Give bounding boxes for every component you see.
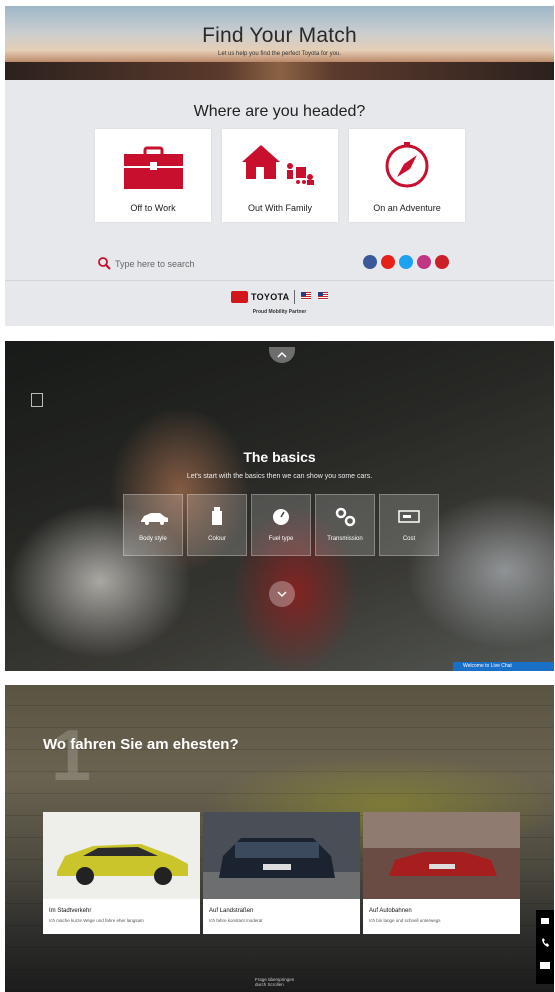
- chevron-up-icon: [277, 351, 287, 358]
- basics-title: The basics: [243, 449, 316, 465]
- basics-subtitle: Let's start with the basics then we can …: [186, 473, 373, 480]
- option-cost[interactable]: Cost: [379, 494, 439, 556]
- audi-driving-question-panel: 1 Wo fahren Sie am ehesten? Im Stadtverk…: [5, 685, 554, 992]
- chevron-down-icon: [277, 591, 287, 598]
- card-label: Out With Family: [247, 203, 312, 213]
- paint-can-icon: [212, 507, 222, 525]
- option-transmission[interactable]: Transmission: [315, 494, 375, 556]
- card-label: On an Adventure: [373, 203, 441, 213]
- phone-icon[interactable]: [542, 938, 549, 947]
- destination-question: Where are you headed?: [193, 103, 366, 120]
- menu-icon[interactable]: [31, 393, 43, 407]
- option-fuel-type[interactable]: Fuel type: [251, 494, 311, 556]
- brand-wordmark: TOYOTA: [251, 292, 290, 302]
- gears-icon: [335, 507, 356, 527]
- card-on-an-adventure[interactable]: On an Adventure: [349, 129, 465, 222]
- yellow-audi-a1-image: [43, 812, 200, 899]
- live-chat-bar[interactable]: Welcome to Live Chat: [453, 662, 554, 671]
- card-description: Ich fahre konstant moderat: [209, 918, 263, 923]
- car-icon: [141, 513, 168, 525]
- option-label: Cost: [402, 536, 416, 542]
- card-out-with-family[interactable]: Out With Family: [222, 129, 338, 222]
- logo-separator: [294, 290, 295, 304]
- footer-divider: [5, 280, 554, 281]
- option-label: Transmission: [327, 536, 363, 542]
- option-label: Body style: [139, 536, 167, 542]
- house-family-icon: [242, 145, 314, 185]
- dark-audi-a6-image: [203, 812, 360, 899]
- basics-selector-panel: The basics Let's start with the basics t…: [5, 341, 554, 671]
- fuel-gauge-icon: [273, 509, 289, 525]
- red-audi-convertible-image: [363, 812, 520, 899]
- card-auf-landstrassen[interactable]: Auf Landstraßen Ich fahre konstant moder…: [203, 812, 360, 934]
- twitter-icon[interactable]: [399, 255, 413, 269]
- skip-line-2: durch Scrollen: [255, 982, 284, 987]
- card-off-to-work[interactable]: Off to Work: [95, 129, 211, 222]
- scroll-down-button[interactable]: [269, 581, 295, 607]
- option-label: Fuel type: [268, 536, 294, 542]
- partner-tagline: Proud Mobility Partner: [252, 309, 307, 315]
- question-title: Wo fahren Sie am ehesten?: [43, 736, 239, 753]
- briefcase-icon: [124, 146, 183, 189]
- contact-icons: [540, 918, 550, 969]
- pinterest-icon[interactable]: [435, 255, 449, 269]
- compass-icon: [385, 142, 429, 188]
- youtube-icon[interactable]: [381, 255, 395, 269]
- search-input[interactable]: [115, 257, 265, 271]
- option-label: Colour: [208, 536, 226, 542]
- price-tag-icon: [398, 510, 420, 523]
- card-title: Auf Autobahnen: [369, 908, 412, 914]
- us-flag-icon: [301, 292, 311, 300]
- search-icon[interactable]: [97, 256, 111, 270]
- card-description: Ich mache kurze Wege und fahre eher lang…: [49, 918, 144, 923]
- skip-question-hint[interactable]: Frage überspringen durch Scrollen: [255, 977, 294, 987]
- card-title: Im Stadtverkehr: [49, 908, 92, 914]
- toyota-logo-icon: [231, 291, 248, 303]
- option-colour[interactable]: Colour: [187, 494, 247, 556]
- chat-icon[interactable]: [540, 962, 550, 969]
- card-im-stadtverkehr[interactable]: Im Stadtverkehr Ich mache kurze Wege und…: [43, 812, 200, 934]
- hero-subtitle: Let us help you find the perfect Toyota …: [218, 51, 341, 57]
- card-auf-autobahnen[interactable]: Auf Autobahnen Ich bin lange und schnell…: [363, 812, 520, 934]
- us-flag-icon: [318, 292, 328, 300]
- toyota-find-your-match-panel: Find Your Match Let us help you find the…: [5, 6, 554, 326]
- option-body-style[interactable]: Body style: [123, 494, 183, 556]
- video-call-icon[interactable]: [541, 918, 549, 924]
- step-number: 1: [51, 716, 92, 796]
- contact-sidebar: [536, 910, 554, 984]
- hero-road-image: [5, 62, 554, 80]
- facebook-icon[interactable]: [363, 255, 377, 269]
- instagram-icon[interactable]: [417, 255, 431, 269]
- hero-title: Find Your Match: [202, 24, 357, 47]
- card-description: Ich bin lange und schnell unterwegs: [369, 918, 441, 923]
- card-title: Auf Landstraßen: [209, 908, 254, 914]
- scroll-up-button[interactable]: [269, 347, 295, 363]
- card-label: Off to Work: [130, 203, 176, 213]
